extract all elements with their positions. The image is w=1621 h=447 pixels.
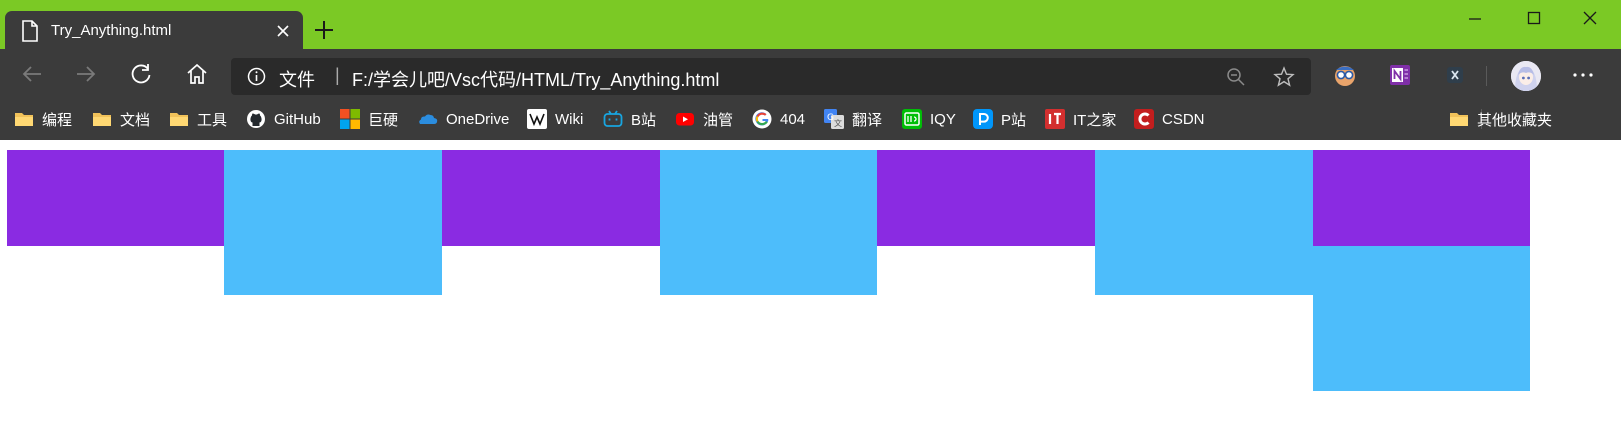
bookmark-label: 巨硬	[368, 111, 399, 129]
extension-glasses-icon[interactable]	[1333, 63, 1357, 87]
bookmark-label: IQY	[930, 110, 956, 128]
bookmark-bilibili[interactable]: B站	[603, 108, 656, 130]
bookmark-wendang[interactable]: 文档	[92, 108, 150, 130]
bookmark-label: OneDrive	[446, 110, 510, 128]
bookmark-label: 工具	[197, 111, 228, 129]
bookmark-onedrive[interactable]: OneDrive	[418, 108, 509, 130]
purple-box	[1313, 150, 1530, 246]
info-icon[interactable]	[247, 67, 266, 86]
close-icon[interactable]	[1567, 6, 1613, 32]
bookmark-label: 编程	[42, 111, 73, 129]
blue-box	[1095, 150, 1313, 295]
refresh-icon[interactable]	[128, 61, 154, 87]
translate-icon: G 文	[824, 109, 844, 129]
bilibili-icon	[603, 110, 623, 127]
ithome-icon	[1045, 109, 1065, 129]
pixiv-icon	[973, 109, 993, 129]
anime-avatar-icon	[1511, 61, 1541, 91]
bookmark-label: CSDN	[1162, 110, 1205, 128]
page-icon	[22, 20, 38, 42]
address-separator: |	[335, 65, 340, 85]
purple-box	[442, 150, 660, 246]
tab-title: Try_Anything.html	[51, 22, 172, 39]
svg-text:G: G	[827, 113, 834, 123]
minimize-icon[interactable]	[1452, 6, 1498, 32]
bookmark-404[interactable]: 404	[752, 108, 805, 130]
purple-box	[7, 150, 224, 246]
google-icon	[752, 109, 772, 129]
forward-icon[interactable]	[73, 61, 99, 87]
profile-avatar[interactable]	[1511, 61, 1541, 91]
folder-icon	[15, 113, 33, 126]
toolbar: 文件 | F:/学会儿吧/Vsc代码/HTML/Try_Anything.htm…	[0, 49, 1621, 99]
blue-box	[224, 150, 442, 295]
bookmark-pixiv[interactable]: P站	[973, 108, 1026, 130]
bookmark-label: IT之家	[1073, 111, 1117, 129]
more-icon[interactable]	[1571, 65, 1595, 85]
address-bar[interactable]: 文件 | F:/学会儿吧/Vsc代码/HTML/Try_Anything.htm…	[231, 58, 1311, 95]
title-bar: Try_Anything.html	[0, 0, 1621, 50]
folder-icon	[93, 113, 111, 126]
bookmark-fanyi[interactable]: G 文 翻译	[824, 108, 882, 130]
bookmark-other-favorites[interactable]: 其他收藏夹	[1449, 108, 1552, 130]
iqiyi-icon	[902, 109, 922, 129]
folder-icon	[1450, 113, 1468, 126]
home-icon[interactable]	[184, 61, 210, 87]
toolbar-divider	[1486, 66, 1487, 86]
onenote-icon[interactable]	[1388, 63, 1412, 87]
bookmark-biancheng[interactable]: 编程	[14, 108, 72, 130]
bookmark-label: Wiki	[555, 110, 584, 128]
zoom-icon[interactable]	[1226, 67, 1246, 87]
blue-box	[660, 150, 877, 295]
scheme-label: 文件	[279, 70, 315, 90]
bookmark-label: 404	[780, 110, 806, 128]
bookmarks-bar: 编程 文档 工具 GitHub 巨硬 OneDrive Wiki B站 油管 4…	[0, 99, 1621, 140]
bookmark-label: GitHub	[274, 110, 321, 128]
bookmark-ithome[interactable]: IT之家	[1045, 108, 1116, 130]
bookmark-label: P站	[1001, 111, 1027, 129]
github-icon	[247, 110, 265, 128]
bookmark-label: B站	[631, 111, 657, 129]
bookmark-csdn[interactable]: CSDN	[1134, 108, 1205, 130]
active-tab[interactable]: Try_Anything.html	[5, 11, 303, 50]
extension-x-icon[interactable]	[1443, 63, 1467, 87]
bookmark-iqy[interactable]: IQY	[902, 108, 956, 130]
url-text[interactable]: F:/学会儿吧/Vsc代码/HTML/Try_Anything.html	[352, 66, 719, 92]
back-icon[interactable]	[19, 61, 45, 87]
favorite-star-icon[interactable]	[1273, 66, 1295, 88]
maximize-icon[interactable]	[1511, 6, 1557, 32]
folder-icon	[170, 113, 188, 126]
bookmark-gongju[interactable]: 工具	[169, 108, 227, 130]
bookmark-label: 文档	[120, 111, 151, 129]
svg-text:文: 文	[834, 118, 842, 128]
wikipedia-icon	[527, 109, 547, 129]
purple-box	[877, 150, 1095, 246]
bookmark-github[interactable]: GitHub	[246, 108, 321, 130]
bookmark-youtube[interactable]: 油管	[675, 108, 733, 130]
microsoft-icon	[340, 109, 360, 129]
onedrive-icon	[419, 114, 438, 124]
blue-box	[1313, 246, 1530, 391]
bookmark-label: 其他收藏夹	[1477, 111, 1553, 129]
bookmark-wiki[interactable]: Wiki	[527, 108, 583, 130]
bookmark-juying[interactable]: 巨硬	[340, 108, 398, 130]
bookmark-label: 翻译	[852, 111, 883, 129]
bookmark-label: 油管	[703, 111, 734, 129]
plus-icon[interactable]	[313, 19, 335, 41]
close-icon[interactable]	[275, 23, 291, 39]
youtube-icon	[676, 113, 694, 126]
csdn-icon	[1134, 109, 1154, 129]
